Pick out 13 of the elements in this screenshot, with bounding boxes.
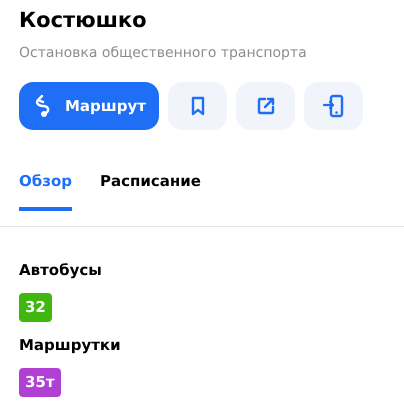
tab[interactable]: Расписание [100, 170, 201, 210]
phone-icon [322, 94, 346, 118]
route-number[interactable]: 32 [19, 293, 52, 322]
section-title: Маршрутки [19, 334, 122, 356]
share-button[interactable] [236, 82, 295, 130]
send-to-phone-button[interactable] [304, 82, 363, 130]
place-title: Костюшко [19, 7, 148, 34]
route-number[interactable]: 35т [19, 368, 61, 396]
tab[interactable]: Обзор [19, 170, 72, 210]
place-subtitle: Остановка общественного транспорта [19, 44, 308, 63]
route-button[interactable]: Маршрут [19, 82, 159, 130]
section-title: Автобусы [19, 260, 103, 280]
bookmark-button[interactable] [168, 82, 227, 130]
